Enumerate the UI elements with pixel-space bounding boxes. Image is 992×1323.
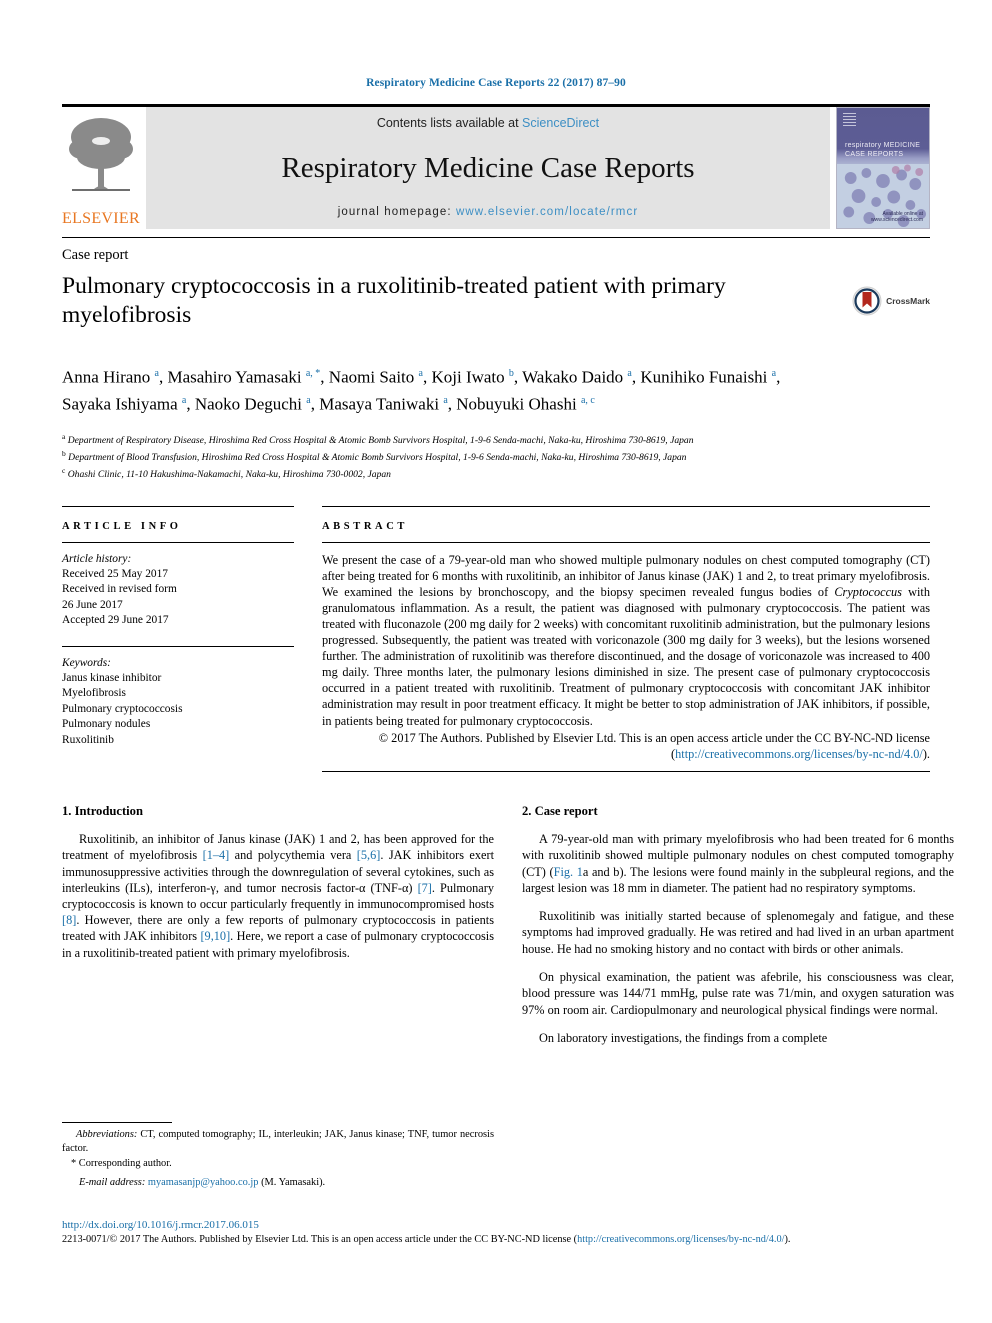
crossmark-icon xyxy=(852,286,882,316)
case-report-paragraph: Ruxolitinib was initially started becaus… xyxy=(522,909,954,956)
keyword-item: Pulmonary cryptococcosis xyxy=(62,702,183,715)
homepage-prefix: journal homepage: xyxy=(337,206,456,218)
keyword-item: Janus kinase inhibitor xyxy=(62,672,162,685)
journal-homepage-link[interactable]: www.elsevier.com/locate/rmcr xyxy=(456,206,638,218)
keywords-block: Keywords: Janus kinase inhibitor Myelofi… xyxy=(62,647,294,748)
abstract-column: ABSTRACT We present the case of a 79-yea… xyxy=(322,505,930,772)
doi-link[interactable]: http://dx.doi.org/10.1016/j.rmcr.2017.06… xyxy=(62,1218,930,1232)
crossmark-badge[interactable]: CrossMark xyxy=(852,286,930,316)
article-history-block: Article history: Received 25 May 2017 Re… xyxy=(62,543,294,629)
affiliation-item: a Department of Respiratory Disease, Hir… xyxy=(62,430,930,447)
article-doctype: Case report xyxy=(62,247,129,263)
abbreviations-footnote: Abbreviations: CT, computed tomography; … xyxy=(62,1129,494,1154)
article-history-label: Article history: xyxy=(62,552,132,565)
abstract-copyright: © 2017 The Authors. Published by Elsevie… xyxy=(378,730,930,761)
cover-elsevier-mark-icon xyxy=(843,113,856,128)
left-column: 1. Introduction Ruxolitinib, an inhibito… xyxy=(62,804,494,1059)
author-list: Anna Hirano a, Masahiro Yamasaki a, *, N… xyxy=(62,367,781,415)
abstract-text: We present the case of a 79-year-old man… xyxy=(322,552,930,728)
footnote-rule xyxy=(62,1122,172,1123)
journal-band: Contents lists available at ScienceDirec… xyxy=(146,107,830,229)
keyword-item: Myelofibrosis xyxy=(62,687,126,700)
keyword-item: Pulmonary nodules xyxy=(62,718,151,731)
corresponding-author-footnote: * Corresponding author. xyxy=(71,1158,172,1170)
article-info-column: ARTICLE INFO Article history: Received 2… xyxy=(62,505,294,772)
email-footnote: E-mail address: myamasanjp@yahoo.co.jp (… xyxy=(79,1176,326,1188)
journal-masthead: ELSEVIER Contents lists available at Sci… xyxy=(62,104,930,229)
footnote-area: Abbreviations: CT, computed tomography; … xyxy=(62,1122,494,1189)
affiliation-item: b Department of Blood Transfusion, Hiros… xyxy=(62,447,930,464)
elsevier-logo: ELSEVIER xyxy=(62,107,140,229)
affiliation-text: Ohashi Clinic, 11-10 Hakushima-Nakamachi… xyxy=(67,469,391,481)
abstract-heading: ABSTRACT xyxy=(322,520,408,532)
case-report-paragraph: On laboratory investigations, the findin… xyxy=(539,1031,828,1046)
issn-license-line: 2213-0071/© 2017 The Authors. Published … xyxy=(62,1234,791,1245)
elsevier-tree-icon xyxy=(69,118,133,191)
article-history-item: Accepted 29 June 2017 xyxy=(62,614,169,627)
running-head: Respiratory Medicine Case Reports 22 (20… xyxy=(366,77,626,89)
page-title: Pulmonary cryptococcosis in a ruxolitini… xyxy=(62,273,726,328)
keyword-item: Ruxolitinib xyxy=(62,733,114,746)
affiliation-text: Department of Blood Transfusion, Hiroshi… xyxy=(68,452,687,464)
article-history-item: Received in revised form xyxy=(62,583,177,596)
journal-homepage-line: journal homepage: www.elsevier.com/locat… xyxy=(338,206,639,218)
journal-cover-thumbnail[interactable]: respiratory MEDICINE CASE REPORTS Availa… xyxy=(836,107,930,229)
title-row: Pulmonary cryptococcosis in a ruxolitini… xyxy=(62,264,930,346)
cover-footer-text: Available online at www.sciencedirect.com xyxy=(871,211,923,223)
cover-title-line1: respiratory MEDICINE xyxy=(845,142,921,149)
affiliation-marker: c xyxy=(62,466,66,476)
abstract-bottom-rule xyxy=(322,770,930,772)
affiliation-marker: a xyxy=(62,432,66,442)
body-columns: 1. Introduction Ruxolitinib, an inhibito… xyxy=(62,804,954,1059)
contents-list-line: Contents lists available at ScienceDirec… xyxy=(377,116,599,130)
article-history-item: 26 June 2017 xyxy=(62,598,123,611)
contents-prefix: Contents lists available at xyxy=(376,116,523,130)
crossmark-label: CrossMark xyxy=(886,296,930,306)
section-heading-case-report: 2. Case report xyxy=(522,803,598,818)
elsevier-wordmark: ELSEVIER xyxy=(62,210,140,227)
section-heading-introduction: 1. Introduction xyxy=(62,803,143,818)
right-column: 2. Case report A 79-year-old man with pr… xyxy=(522,804,954,1059)
affiliation-text: Department of Respiratory Disease, Hiros… xyxy=(67,435,694,447)
cover-title: respiratory MEDICINE CASE REPORTS xyxy=(845,141,920,159)
info-abstract-region: ARTICLE INFO Article history: Received 2… xyxy=(62,505,930,772)
cover-title-line2: CASE REPORTS xyxy=(845,151,904,158)
affiliation-marker: b xyxy=(62,449,66,459)
affiliation-item: c Ohashi Clinic, 11-10 Hakushima-Nakamac… xyxy=(62,464,930,481)
case-report-paragraph: On physical examination, the patient was… xyxy=(522,970,954,1017)
article-info-heading: ARTICLE INFO xyxy=(62,520,182,532)
masthead-bottom-rule xyxy=(62,237,930,238)
article-page: Respiratory Medicine Case Reports 22 (20… xyxy=(0,0,992,1323)
bottom-block: http://dx.doi.org/10.1016/j.rmcr.2017.06… xyxy=(62,1218,930,1247)
case-report-paragraph: A 79-year-old man with primary myelofibr… xyxy=(522,832,955,895)
keywords-label: Keywords: xyxy=(62,656,111,669)
journal-title: Respiratory Medicine Case Reports xyxy=(281,152,695,184)
article-history-item: Received 25 May 2017 xyxy=(62,568,168,581)
introduction-paragraph: Ruxolitinib, an inhibitor of Janus kinas… xyxy=(62,832,495,960)
affiliation-list: a Department of Respiratory Disease, Hir… xyxy=(62,430,930,482)
sciencedirect-link[interactable]: ScienceDirect xyxy=(522,116,599,130)
